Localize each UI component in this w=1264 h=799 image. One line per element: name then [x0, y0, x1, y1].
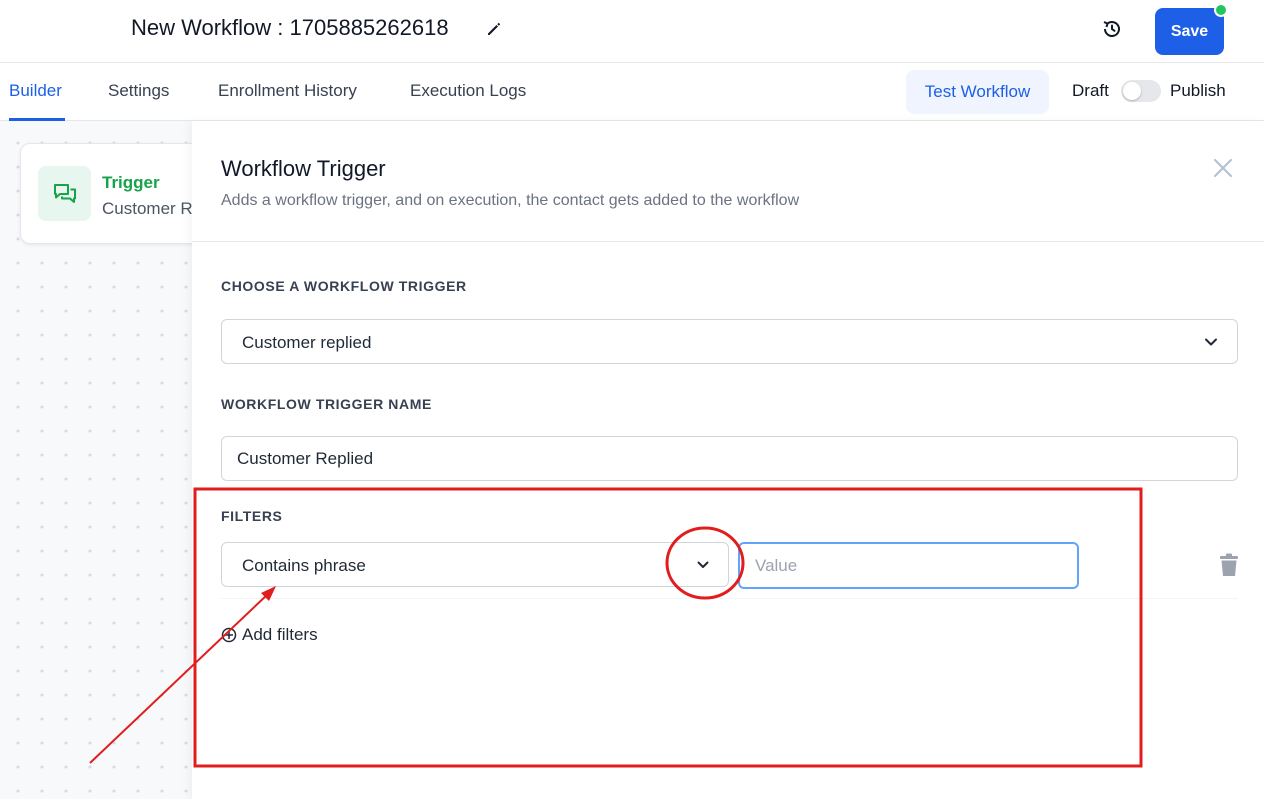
chevron-down-graphic [1205, 338, 1217, 346]
tab-bar: Builder Settings Enrollment History Exec… [0, 63, 1264, 121]
pencil-icon[interactable] [484, 19, 504, 39]
tab-enrollment-history[interactable]: Enrollment History [218, 81, 357, 101]
trigger-name-input[interactable]: Customer Replied [221, 436, 1238, 481]
toggle-knob [1123, 82, 1141, 100]
trigger-name-label: WORKFLOW TRIGGER NAME [221, 396, 432, 412]
trigger-node-card[interactable]: Trigger Customer Replied [20, 143, 210, 244]
history-icon-graphic [1103, 21, 1120, 37]
close-icon-graphic [1214, 159, 1232, 177]
publish-toggle[interactable] [1121, 80, 1161, 102]
trigger-icon-box [38, 166, 91, 221]
chevron-down-icon[interactable] [696, 558, 710, 572]
unsaved-status-dot [1214, 3, 1228, 17]
close-icon[interactable] [1213, 158, 1233, 178]
chat-bubbles-icon [53, 183, 76, 203]
tab-settings[interactable]: Settings [108, 81, 169, 101]
trigger-node-title: Trigger [102, 173, 160, 192]
save-button[interactable]: Save [1155, 8, 1224, 55]
panel-description: Adds a workflow trigger, and on executio… [221, 192, 800, 209]
choose-trigger-label: CHOOSE A WORKFLOW TRIGGER [221, 278, 467, 294]
app-root: New Workflow : 1705885262618 Save Builde… [0, 0, 1264, 799]
trash-icon[interactable] [1218, 553, 1240, 577]
publish-label: Publish [1170, 81, 1226, 100]
filter-value-input[interactable]: Value [738, 542, 1079, 589]
filter-condition-select[interactable]: Contains phrase [221, 542, 729, 587]
panel-header: Workflow Trigger Adds a workflow trigger… [192, 121, 1264, 242]
tab-builder[interactable]: Builder [9, 81, 62, 101]
history-icon[interactable] [1100, 17, 1124, 41]
chevron-down-graphic [697, 561, 709, 568]
chevron-down-icon [1204, 335, 1218, 349]
pencil-icon-graphic [488, 22, 501, 35]
filter-condition-value: Contains phrase [242, 556, 366, 575]
test-workflow-button[interactable]: Test Workflow [906, 70, 1049, 114]
draft-label: Draft [1072, 81, 1109, 100]
tab-execution-logs[interactable]: Execution Logs [410, 81, 526, 101]
trigger-type-select[interactable]: Customer replied [221, 319, 1238, 364]
trigger-type-selected-value: Customer replied [242, 333, 372, 352]
panel-title: Workflow Trigger [221, 156, 386, 181]
add-filters-label: Add filters [242, 625, 318, 644]
top-header: New Workflow : 1705885262618 Save [0, 0, 1264, 63]
filter-row: Contains phrase Value [221, 509, 1238, 599]
workflow-title: New Workflow : 1705885262618 [131, 15, 449, 40]
trigger-config-panel: Workflow Trigger Adds a workflow trigger… [192, 121, 1264, 799]
add-filters-button[interactable]: Add filters [221, 625, 318, 645]
trash-icon-graphic [1220, 553, 1238, 576]
plus-circle-icon [221, 627, 237, 643]
